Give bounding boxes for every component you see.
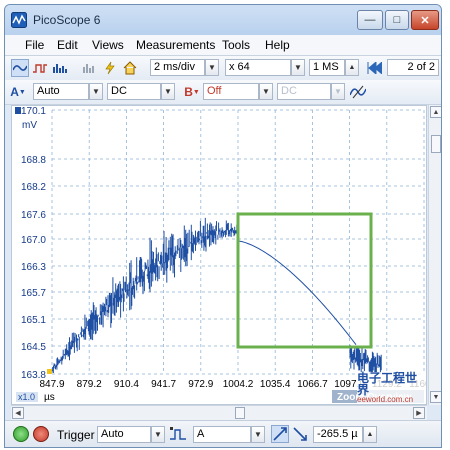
- menu-edit[interactable]: Edit: [57, 38, 78, 52]
- zoom-overview-box[interactable]: [236, 212, 373, 349]
- zoom-factor-dropdown-icon[interactable]: ▼: [291, 59, 305, 76]
- waveform-chart[interactable]: 170.1 168.8 168.2 167.6 167.0 166.3 165.7 165.1…: [12, 106, 439, 404]
- persistence-mode-icon[interactable]: [31, 59, 49, 77]
- trigger-time-input[interactable]: -265.5 µ: [313, 426, 363, 443]
- y-tick-label: 166.3: [21, 262, 46, 273]
- vertical-scrollbar[interactable]: ▲ ▼: [428, 105, 441, 405]
- menu-tools[interactable]: Tools: [222, 38, 250, 52]
- channel-b-range-select[interactable]: Off: [203, 83, 259, 100]
- capture-toolbar: 2 ms/div ▼ x 64 ▼ 1 MS ▲ 2 of 2: [5, 56, 441, 81]
- vertical-scroll-thumb[interactable]: [431, 135, 441, 153]
- window-title: PicoScope 6: [33, 13, 101, 27]
- y-tick-label: 165.1: [21, 315, 46, 326]
- scroll-down-icon[interactable]: ▼: [430, 391, 441, 403]
- x-tick-label: 1004.2: [223, 379, 254, 390]
- y-tick-label: 165.7: [21, 288, 46, 299]
- x-tick-label: 1035.4: [260, 379, 291, 390]
- x-tick-label: 910.4: [114, 379, 139, 390]
- buffer-page-indicator: 2 of 2: [387, 59, 439, 76]
- y-tick-label: 170.1: [21, 106, 46, 117]
- channel-b-range-dropdown-icon[interactable]: ▼: [259, 83, 273, 100]
- watermark: 电子工程世界 eeworld.com.cn: [357, 372, 426, 404]
- waveform-trace: [51, 217, 382, 374]
- scope-view[interactable]: 170.1 168.8 168.2 167.6 167.0 166.3 165.7 165.1…: [11, 105, 439, 405]
- trigger-marker-icon[interactable]: [47, 369, 52, 374]
- trigger-type-icon[interactable]: [169, 425, 187, 443]
- minimize-button[interactable]: —: [357, 10, 383, 30]
- channel-b-icon[interactable]: B ▼: [183, 83, 201, 101]
- timebase-select[interactable]: 2 ms/div: [150, 59, 205, 76]
- sample-count-stepper-icon[interactable]: ▲: [345, 59, 359, 76]
- channel-options-icon[interactable]: [349, 83, 367, 101]
- stop-icon[interactable]: [33, 426, 49, 442]
- channel-a-range-select[interactable]: Auto: [33, 83, 89, 100]
- channel-toolbar: A ▼ Auto ▼ DC ▼ B ▼ Off ▼ DC ▼: [5, 80, 441, 105]
- scroll-right-icon[interactable]: ▶: [413, 407, 425, 419]
- y-axis-labels: 170.1 168.8 168.2 167.6 167.0 166.3 165.7 165.1…: [21, 106, 46, 381]
- spectrum-mode-icon[interactable]: [51, 59, 69, 77]
- watermark-url: eeworld.com.cn: [357, 395, 414, 404]
- home-icon[interactable]: [121, 59, 139, 77]
- timebase-dropdown-icon[interactable]: ▼: [205, 59, 219, 76]
- y-tick-label: 167.0: [21, 235, 46, 246]
- channel-a-coupling-select[interactable]: DC: [107, 83, 161, 100]
- previous-buffer-icon[interactable]: [365, 59, 383, 77]
- falling-edge-icon[interactable]: [291, 425, 309, 443]
- title-bar: PicoScope 6 — □ ✕: [5, 5, 441, 35]
- channel-b-coupling-dropdown-icon[interactable]: ▼: [331, 83, 345, 100]
- menu-bar: File Edit Views Measurements Tools Help: [5, 35, 441, 56]
- trigger-source-select[interactable]: A: [193, 426, 251, 443]
- close-button[interactable]: ✕: [411, 10, 439, 30]
- channel-a-icon[interactable]: A ▼: [9, 83, 27, 101]
- y-tick-label: 164.5: [21, 342, 46, 353]
- channel-a-axis-marker-icon: [15, 107, 21, 114]
- x-tick-label: 1066.7: [297, 379, 328, 390]
- picoscope-window: PicoScope 6 — □ ✕ File Edit Views Measur…: [4, 4, 442, 448]
- x-tick-label: 847.9: [39, 379, 64, 390]
- scroll-up-icon[interactable]: ▲: [430, 106, 441, 118]
- y-tick-label: 168.2: [21, 182, 46, 193]
- trigger-toolbar: Trigger Auto ▼ A ▼ -265.5 µ ▲: [5, 420, 441, 447]
- x-tick-label: 972.9: [188, 379, 213, 390]
- sample-count-input[interactable]: 1 MS: [309, 59, 345, 76]
- y-tick-label: 168.8: [21, 155, 46, 166]
- y-axis-unit: mV: [22, 120, 37, 131]
- watermark-text: 电子工程世界: [357, 371, 418, 397]
- trigger-source-dropdown-icon[interactable]: ▼: [251, 426, 265, 443]
- scroll-left-icon[interactable]: ◀: [12, 407, 24, 419]
- rising-edge-icon[interactable]: [271, 425, 289, 443]
- start-icon[interactable]: [13, 426, 29, 442]
- x-tick-label: 941.7: [151, 379, 176, 390]
- y-tick-label: 167.6: [21, 210, 46, 221]
- trigger-label: Trigger: [57, 428, 95, 442]
- menu-file[interactable]: File: [25, 38, 44, 52]
- menu-measurements[interactable]: Measurements: [136, 38, 215, 52]
- horizontal-scroll-thumb[interactable]: [235, 407, 245, 419]
- horizontal-scrollbar[interactable]: ◀ ▶: [11, 405, 427, 420]
- range-dropdown-icon[interactable]: ▼: [89, 83, 103, 100]
- channel-b-coupling-select[interactable]: DC: [277, 83, 331, 100]
- x-tick-label: 879.2: [77, 379, 102, 390]
- probe-icon[interactable]: [101, 59, 119, 77]
- trigger-mode-select[interactable]: Auto: [97, 426, 151, 443]
- auto-setup-icon[interactable]: [81, 59, 99, 77]
- scope-mode-icon[interactable]: [11, 59, 29, 77]
- coupling-dropdown-icon[interactable]: ▼: [161, 83, 175, 100]
- zoom-factor-select[interactable]: x 64: [225, 59, 291, 76]
- x-zoom-label: x1.0: [18, 392, 35, 402]
- x-axis-unit: µs: [44, 392, 55, 403]
- picoscope-app-icon: [11, 12, 27, 28]
- zoomed-decay-curve: [237, 240, 357, 346]
- trigger-time-stepper-icon[interactable]: ▲: [363, 426, 377, 443]
- menu-help[interactable]: Help: [265, 38, 290, 52]
- trigger-mode-dropdown-icon[interactable]: ▼: [151, 426, 165, 443]
- maximize-button[interactable]: □: [385, 10, 409, 30]
- menu-views[interactable]: Views: [92, 38, 124, 52]
